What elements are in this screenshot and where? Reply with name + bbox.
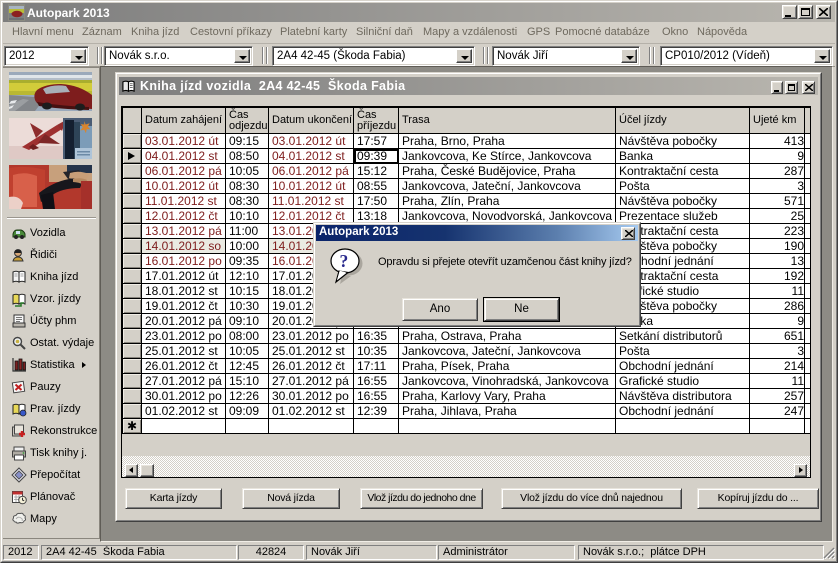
- svg-text:?: ?: [340, 251, 349, 271]
